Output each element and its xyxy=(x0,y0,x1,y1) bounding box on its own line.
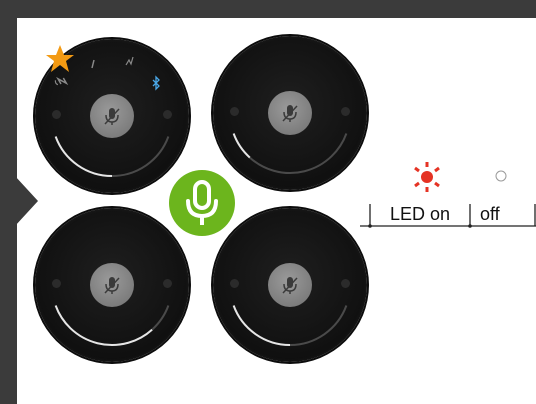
led-off-icon xyxy=(495,170,507,182)
light-ring-dim-segment xyxy=(289,305,348,346)
indicator-dot-left xyxy=(52,279,61,288)
microphone-badge xyxy=(165,166,239,240)
frame-top-bar xyxy=(0,0,536,18)
light-ring-dim-segment xyxy=(151,305,170,331)
muted-microphone-icon xyxy=(282,277,298,294)
light-ring-lit-segment xyxy=(232,133,251,159)
indicator-dot-left xyxy=(230,107,239,116)
indicator-dot-right xyxy=(163,279,172,288)
diagram-canvas: LED on off xyxy=(0,0,536,404)
nfc-icon xyxy=(54,76,69,86)
mute-button[interactable] xyxy=(90,263,134,307)
indicator-dot-right xyxy=(341,107,350,116)
speaker-puck-bottom-left xyxy=(35,208,189,362)
speaker-puck-top-right xyxy=(213,36,367,190)
muted-microphone-icon xyxy=(282,105,298,122)
light-ring-lit-segment xyxy=(54,305,153,346)
star-icon xyxy=(46,45,74,72)
speaker-puck-bottom-right xyxy=(213,208,367,362)
led-legend: LED on off xyxy=(360,160,536,230)
led-on-icon xyxy=(414,162,440,192)
signal-icon xyxy=(125,56,134,66)
led-on-label: LED on xyxy=(390,204,451,224)
led-off-label: off xyxy=(480,204,500,224)
mute-button[interactable] xyxy=(268,91,312,135)
muted-microphone-icon xyxy=(104,277,120,294)
bluetooth-icon xyxy=(152,75,160,91)
indicator-dot-right xyxy=(341,279,350,288)
light-ring-dim-segment xyxy=(249,133,348,174)
indicator-dot-left xyxy=(230,279,239,288)
microphone-icon xyxy=(186,180,218,225)
led-slot-icon xyxy=(91,59,95,69)
light-ring-lit-segment xyxy=(232,305,291,346)
chevron-right-icon xyxy=(0,176,38,226)
mute-button[interactable] xyxy=(268,263,312,307)
